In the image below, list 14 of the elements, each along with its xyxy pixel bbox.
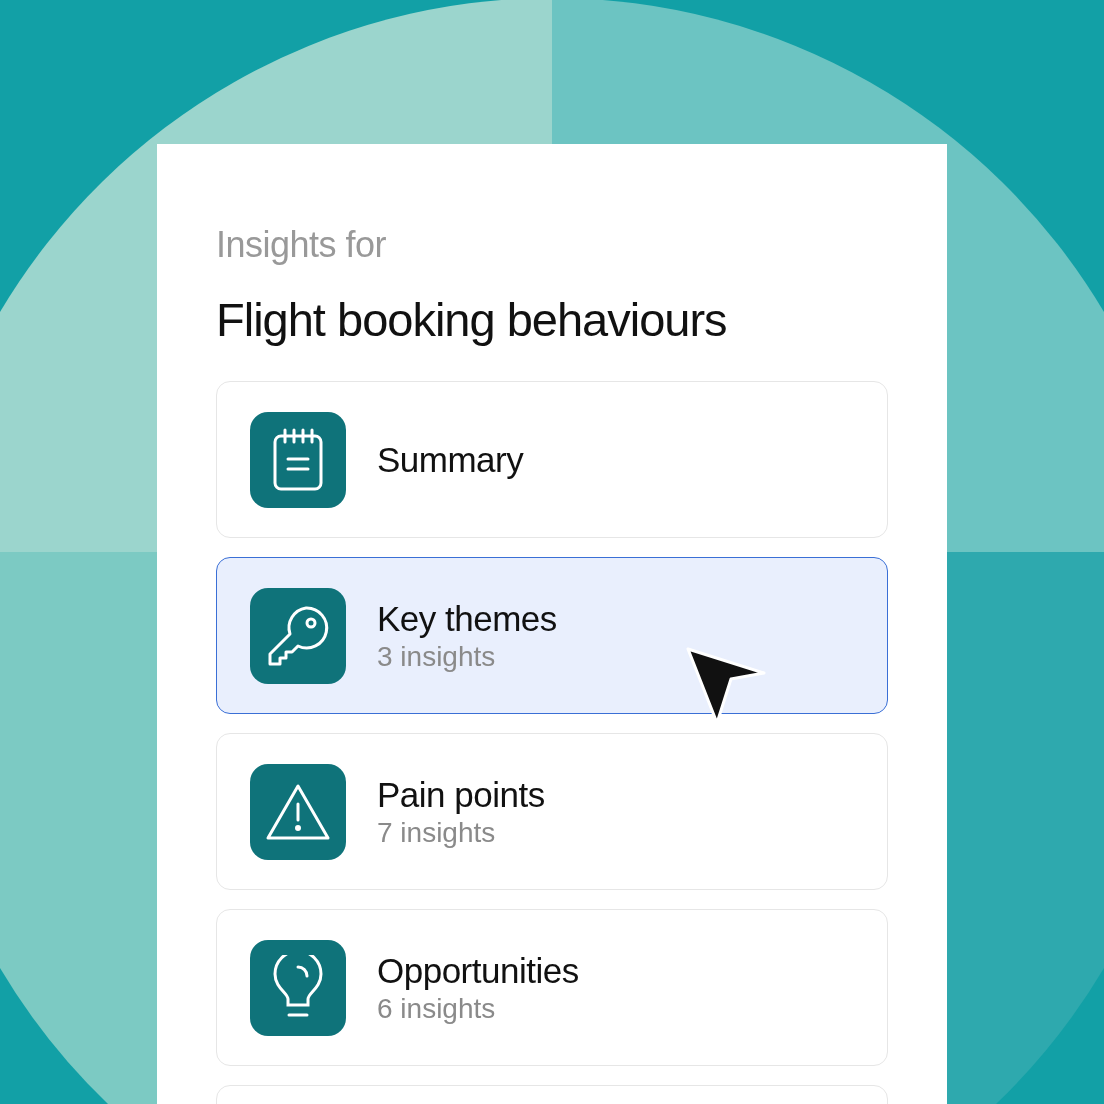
insight-count: 7 insights (377, 816, 497, 849)
item-label: Opportunities (377, 950, 579, 991)
eyebrow-text: Insights for (216, 224, 388, 266)
insight-count: 6 insights (377, 992, 497, 1025)
insight-count: 3 insights (377, 640, 497, 673)
warning-icon (265, 782, 331, 841)
item-label: Summary (377, 439, 524, 480)
list-item[interactable]: Summary (216, 381, 888, 538)
list-item[interactable]: Opportunities 6 insights (216, 909, 888, 1066)
key-icon (266, 603, 330, 668)
list-item[interactable]: Pain points 7 insights (216, 733, 888, 890)
item-label: Key themes (377, 598, 557, 639)
item-label: Pain points (377, 774, 545, 815)
page-title: Flight booking behaviours (216, 292, 728, 347)
